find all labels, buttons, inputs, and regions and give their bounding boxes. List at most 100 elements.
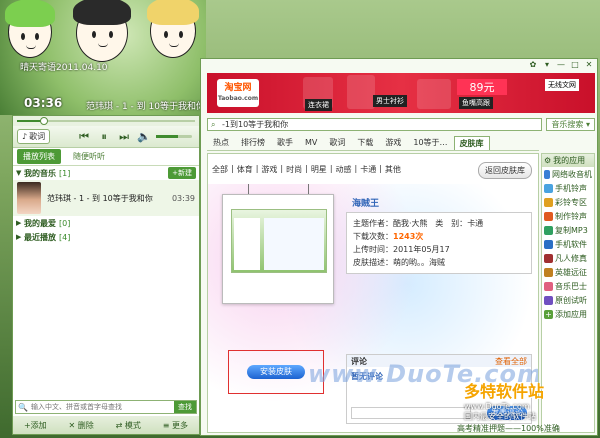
volume-slider[interactable] <box>156 135 193 138</box>
category-stars[interactable]: 明星 <box>311 164 327 175</box>
app-copy-mp3[interactable]: 复制MP3 <box>542 223 594 237</box>
category-sports[interactable]: 体育 <box>237 164 253 175</box>
more-button[interactable]: ≡ 更多 <box>163 420 188 431</box>
skin-downloads-row: 下载次数：1243次 <box>353 232 424 241</box>
skin-desc-row: 皮肤描述：萌的哟。。海贼 <box>353 258 445 267</box>
address-row: ⌕ -1到10等于我和你 音乐搜索 ▾ <box>207 117 595 132</box>
banner-tag-heels: 鱼嘴高跟 <box>459 97 493 109</box>
app-music-bus[interactable]: 音乐巴士 <box>542 279 594 293</box>
mic-icon <box>544 295 553 305</box>
phone-icon <box>544 183 553 193</box>
footer-ad-link[interactable]: 高考精准押题——100%准确 <box>457 423 560 434</box>
search-go-button[interactable]: 查找 <box>174 401 196 413</box>
group-recent[interactable]: ▶ 最近播放 [4] <box>13 230 199 244</box>
playlist-search: 🔍 查找 <box>15 400 197 414</box>
copy-icon <box>544 225 553 235</box>
category-dynamic[interactable]: 动感 <box>336 164 352 175</box>
expand-arrow-icon: ▶ <box>16 233 22 241</box>
skin-character-luffy <box>73 0 131 62</box>
pause-button[interactable]: ⏸ <box>96 129 112 145</box>
app-add[interactable]: + 添加应用 <box>542 307 594 321</box>
app-ringtone[interactable]: 手机铃声 <box>542 181 594 195</box>
address-bar[interactable]: ⌕ -1到10等于我和你 <box>207 118 543 131</box>
install-skin-button[interactable]: 安装皮肤 <box>247 365 305 379</box>
taobao-logo: 淘宝网 Taobao.com <box>217 79 259 107</box>
tab-current-song[interactable]: 10等于… <box>407 137 453 148</box>
close-icon[interactable]: ✕ <box>583 59 595 69</box>
tab-charts[interactable]: 排行榜 <box>235 137 271 148</box>
scissors-icon <box>544 211 553 221</box>
new-list-button[interactable]: +新建 <box>168 167 196 179</box>
next-button[interactable]: ⏭ <box>116 129 132 145</box>
skin-icon[interactable]: ✿ <box>527 59 539 69</box>
group-count: [0] <box>59 218 71 228</box>
tab-singers[interactable]: 歌手 <box>271 137 299 148</box>
player-controls: ♪ 歌词 ⏮ ⏸ ⏭ 🔈 <box>13 126 199 148</box>
menu-icon[interactable]: ▾ <box>541 59 553 69</box>
mode-button[interactable]: ⇄ 模式 <box>116 420 141 431</box>
back-to-library-button[interactable]: 返回皮肤库 <box>478 162 532 179</box>
app-radio[interactable]: 网络收音机 <box>542 167 594 181</box>
playlist-search-input[interactable] <box>27 403 174 411</box>
minimize-icon[interactable]: — <box>555 59 567 69</box>
app-game-hero[interactable]: 英雄远征 <box>542 265 594 279</box>
prev-button[interactable]: ⏮ <box>76 129 92 145</box>
banner-shoe-image <box>417 79 451 109</box>
tab-random[interactable]: 随便听听 <box>67 149 111 164</box>
group-my-music[interactable]: ▼ 我的音乐 [1] +新建 <box>13 166 199 180</box>
tab-playlist[interactable]: 播放列表 <box>17 149 61 164</box>
category-fashion[interactable]: 时尚 <box>286 164 302 175</box>
delete-button[interactable]: ✕ 删除 <box>69 420 94 431</box>
expand-arrow-icon: ▶ <box>16 219 22 227</box>
category-cartoon[interactable]: 卡通 <box>360 164 376 175</box>
volume-icon[interactable]: 🔈 <box>136 129 152 145</box>
radio-icon <box>544 169 550 179</box>
app-make-ringtone[interactable]: 制作铃声 <box>542 209 594 223</box>
comment-input[interactable] <box>351 407 471 419</box>
mobile-icon <box>544 239 553 249</box>
song-name: 范玮琪 - 1 - 到 10等于我和你 <box>47 193 153 203</box>
lyrics-label: 歌词 <box>29 132 46 141</box>
progress-handle[interactable] <box>40 117 48 125</box>
now-playing-title: 范玮琪 - 1 - 到 10等于我和你 <box>86 102 205 112</box>
my-apps-header: ⚙ 我的应用 <box>542 154 594 167</box>
tab-skin-library[interactable]: 皮肤库 <box>453 135 490 150</box>
skin-categories: 全部 | 体育 | 游戏 | 时尚 | 明星 | 动感 | 卡通 | 其他 <box>212 164 401 175</box>
collapse-arrow-icon: ▼ <box>16 169 22 177</box>
sword-icon <box>544 267 553 277</box>
category-all[interactable]: 全部 <box>212 164 228 175</box>
skin-character-zoro <box>5 0 55 58</box>
group-name: 最近播放 <box>24 232 56 242</box>
music-search-button[interactable]: 音乐搜索 ▾ <box>546 118 595 131</box>
taobao-banner[interactable]: 淘宝网 Taobao.com 连衣裙 男士衬衫 89元 鱼嘴高跟 无线文网 <box>207 73 595 113</box>
tab-mv[interactable]: MV <box>299 138 323 147</box>
app-original-music[interactable]: 原创试听 <box>542 293 594 307</box>
app-color-ring[interactable]: 彩铃专区 <box>542 195 594 209</box>
time-display: 03:36 <box>24 96 63 110</box>
add-button[interactable]: +添加 <box>24 420 47 431</box>
group-favorites[interactable]: ▶ 我的最爱 [0] <box>13 216 199 230</box>
maximize-icon[interactable]: □ <box>569 59 581 69</box>
tab-download[interactable]: 下载 <box>351 137 379 148</box>
tab-lyrics[interactable]: 歌词 <box>323 137 351 148</box>
song-duration: 03:39 <box>171 193 195 203</box>
skin-upload-row: 上传时间：2011年05月17 <box>353 245 450 254</box>
app-phone-software[interactable]: 手机软件 <box>542 237 594 251</box>
tab-games[interactable]: 游戏 <box>379 137 407 148</box>
banner-tag-wireless: 无线文网 <box>545 79 579 91</box>
category-other[interactable]: 其他 <box>385 164 401 175</box>
banner-tag-shirt: 男士衬衫 <box>373 95 407 107</box>
progress-slider[interactable] <box>13 116 199 126</box>
skin-character-sanji <box>147 0 199 58</box>
category-games[interactable]: 游戏 <box>261 164 277 175</box>
main-nav: 热点 排行榜 歌手 MV 歌词 下载 游戏 10等于… 皮肤库 <box>207 135 539 151</box>
tab-hot[interactable]: 热点 <box>207 137 235 148</box>
skin-name: 海贼王 <box>352 199 380 209</box>
banner-tag-dress: 连衣裙 <box>305 99 332 111</box>
group-name: 我的音乐 <box>24 168 56 178</box>
app-game-xiuzhen[interactable]: 凡人修真 <box>542 251 594 265</box>
lyrics-button[interactable]: ♪ 歌词 <box>17 129 51 144</box>
search-icon: 🔍 <box>18 402 28 412</box>
list-item[interactable]: 范玮琪 - 1 - 到 10等于我和你 03:39 <box>13 180 199 216</box>
banner-price: 89元 <box>457 79 507 95</box>
